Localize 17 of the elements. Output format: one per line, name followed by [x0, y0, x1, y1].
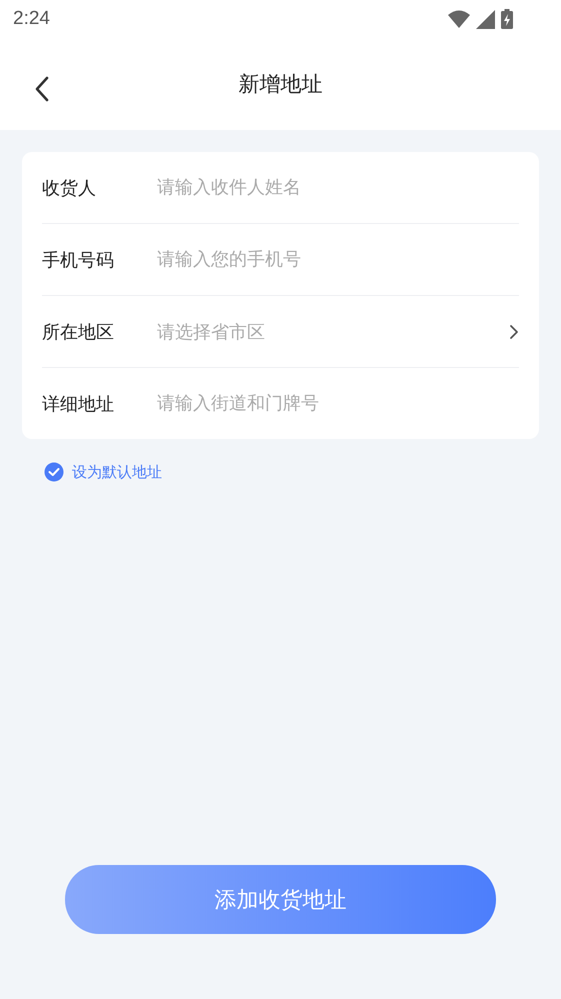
- region-picker[interactable]: 请选择省市区: [157, 316, 519, 348]
- page-title: 新增地址: [238, 71, 322, 98]
- battery-charging-icon: [501, 9, 513, 29]
- field-label: 所在地区: [42, 320, 115, 344]
- wifi-icon: [448, 10, 470, 28]
- chevron-right-icon: [509, 324, 519, 340]
- signal-icon: [476, 10, 495, 28]
- field-label: 手机号码: [42, 248, 115, 272]
- input-field[interactable]: 请输入收件人姓名: [157, 173, 519, 202]
- field-label: 详细地址: [42, 392, 115, 416]
- default-address-label: 设为默认地址: [72, 462, 162, 482]
- input-field[interactable]: 请输入您的手机号: [157, 245, 519, 274]
- checkbox[interactable]: [44, 462, 64, 482]
- add-address-button[interactable]: 添加收货地址: [65, 865, 496, 934]
- field-label: 收货人: [42, 176, 97, 200]
- input-field[interactable]: 请输入街道和门牌号: [157, 389, 519, 418]
- status-time: 2:24: [13, 8, 50, 30]
